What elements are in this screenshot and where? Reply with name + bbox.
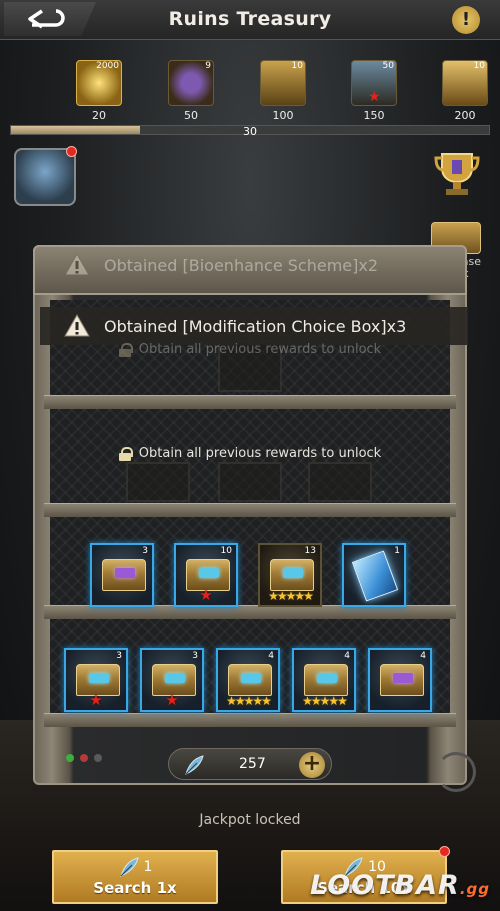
mystery-chest-icon: 10 (260, 60, 306, 106)
shelf-board (44, 503, 456, 517)
purple-medal-icon: 9 (168, 60, 214, 106)
gold-choice-chest-icon: 10 (442, 60, 488, 106)
page-dot[interactable] (66, 754, 74, 762)
token-count: 257 (239, 756, 266, 772)
milestone-value: 200 (454, 109, 476, 122)
locked-reward-slot (308, 462, 372, 502)
reward-notification: Obtained [Modification Choice Box]x3 (40, 307, 468, 345)
milestone-value: 100 (272, 109, 294, 122)
notification-dot (439, 846, 450, 857)
milestone-value: 50 (184, 109, 198, 122)
lock-icon (118, 446, 133, 461)
radar-device-icon[interactable] (14, 148, 76, 206)
five-star-chest-icon (304, 664, 348, 696)
reward-item[interactable]: 3 ★ (140, 648, 204, 712)
milestone-item[interactable]: 9 50 (168, 60, 214, 122)
search-1x-button[interactable]: 1 Search 1x (52, 850, 218, 904)
five-star-chest-icon (228, 664, 272, 696)
add-tokens-button[interactable]: + (299, 752, 325, 778)
reward-item[interactable]: 10 ★ (174, 543, 238, 607)
reward-item[interactable]: 1 (342, 543, 406, 607)
milestone-item[interactable]: 10 200 (442, 60, 488, 122)
shelf-board (44, 713, 456, 727)
progress-fill (11, 126, 141, 134)
page-dot[interactable] (94, 754, 102, 762)
reward-item[interactable]: 3 ★ (64, 648, 128, 712)
locked-reward-slot (218, 462, 282, 502)
shelf-board (44, 395, 456, 409)
feather-token-icon (185, 755, 204, 775)
blue-card-icon (351, 550, 399, 602)
lock-message: Obtain all previous rewards to unlock (0, 446, 500, 461)
warning-icon (64, 253, 90, 276)
milestone-item[interactable]: 50 ★ 150 (351, 60, 397, 122)
milestone-rewards: 2000 20 9 50 10 100 50 ★ 150 10 200 (0, 60, 500, 130)
gold-key-bundle-icon: 2000 (76, 60, 122, 106)
reward-item[interactable]: 13 ★★★★★ (258, 543, 322, 607)
page-indicator (66, 754, 102, 762)
jackpot-status: Jackpot locked (199, 812, 301, 828)
red-star-chest-icon: 50 ★ (351, 60, 397, 106)
reward-item[interactable]: 3 (90, 543, 154, 607)
search-token-balance: 257 + (168, 748, 332, 780)
progress-label: 30 (243, 125, 257, 138)
purple-gem-chest-icon (380, 664, 424, 696)
feather-token-icon (119, 857, 139, 877)
reward-item[interactable]: 4 ★★★★★ (292, 648, 356, 712)
purple-gem-chest-icon (102, 559, 146, 591)
cable-decoration (436, 752, 476, 792)
trophy-icon[interactable] (434, 150, 480, 198)
notification-dot (66, 146, 77, 157)
info-button[interactable]: ! (452, 6, 480, 34)
top-bar: Ruins Treasury ! (0, 0, 500, 40)
five-star-chest-icon (270, 559, 314, 591)
reward-item[interactable]: 4 (368, 648, 432, 712)
search-cost: 1 (54, 856, 216, 878)
lock-message-faded: Obtain all previous rewards to unlock (0, 342, 500, 357)
lootbar-watermark: LOOTBAR.gg (309, 870, 490, 901)
milestone-value: 150 (363, 109, 385, 122)
page-title: Ruins Treasury (168, 8, 332, 30)
milestone-item[interactable]: 2000 20 (76, 60, 122, 122)
warning-icon (64, 314, 90, 337)
reward-notification-faded: Obtained [Bioenhance Scheme]x2 (40, 246, 468, 284)
shelf-board (44, 605, 456, 619)
page-dot[interactable] (80, 754, 88, 762)
milestone-item[interactable]: 10 100 (260, 60, 306, 122)
milestone-value: 20 (92, 109, 106, 122)
locked-reward-slot (126, 462, 190, 502)
reward-item[interactable]: 4 ★★★★★ (216, 648, 280, 712)
lock-icon (118, 342, 133, 357)
